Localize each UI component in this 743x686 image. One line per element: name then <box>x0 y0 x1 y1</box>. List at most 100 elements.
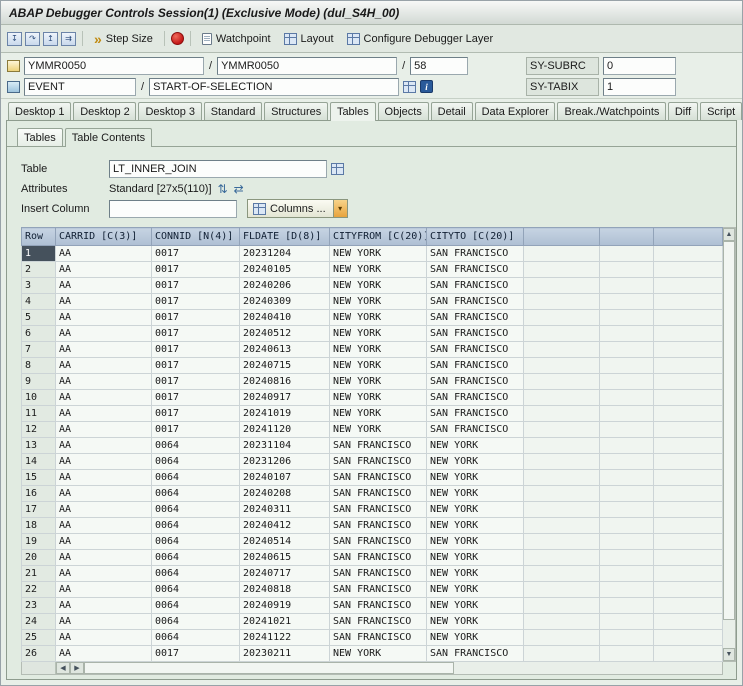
data-cell[interactable]: 20240412 <box>239 517 330 534</box>
step-into-icon[interactable]: ↧ <box>7 31 22 46</box>
horizontal-scrollbar[interactable]: ◀ ▶ <box>21 662 723 675</box>
data-cell[interactable]: NEW YORK <box>329 309 427 326</box>
row-number-cell[interactable]: 11 <box>21 405 56 422</box>
row-number-cell[interactable]: 3 <box>21 277 56 294</box>
data-cell[interactable]: NEW YORK <box>426 533 524 550</box>
sy-subrc-value[interactable]: 0 <box>603 56 676 75</box>
data-cell[interactable]: SAN FRANCISCO <box>329 565 427 582</box>
tab-diff[interactable]: Diff <box>667 102 699 120</box>
table-row[interactable]: 22 AA 0064 20240818 SAN FRANCISCO NEW YORK <box>21 581 723 598</box>
data-cell[interactable]: 20240208 <box>239 485 330 502</box>
data-cell[interactable]: 0064 <box>151 533 240 550</box>
row-number-cell[interactable]: 9 <box>21 373 56 390</box>
data-cell[interactable]: 0064 <box>151 549 240 566</box>
data-cell[interactable]: 0017 <box>151 277 240 294</box>
data-cell[interactable]: NEW YORK <box>426 453 524 470</box>
data-cell[interactable]: 0064 <box>151 597 240 614</box>
edit-source-icon[interactable] <box>403 80 417 93</box>
data-cell[interactable]: 20230211 <box>239 645 330 662</box>
data-cell[interactable]: NEW YORK <box>426 437 524 454</box>
data-cell[interactable]: 0064 <box>151 453 240 470</box>
program-field[interactable]: YMMR0050 <box>24 56 204 75</box>
data-cell[interactable]: AA <box>55 357 152 374</box>
data-cell[interactable]: NEW YORK <box>329 405 427 422</box>
stop-debugger-icon[interactable] <box>170 32 184 45</box>
data-cell[interactable]: 20240107 <box>239 469 330 486</box>
table-row[interactable]: 9 AA 0017 20240816 NEW YORK SAN FRANCISCO <box>21 373 723 390</box>
data-cell[interactable]: AA <box>55 341 152 358</box>
data-cell[interactable]: 0017 <box>151 389 240 406</box>
data-cell[interactable]: 20240816 <box>239 373 330 390</box>
data-cell[interactable]: SAN FRANCISCO <box>329 613 427 630</box>
column-header-carrid[interactable]: CARRID [C(3)] <box>55 227 152 246</box>
table-name-input[interactable]: LT_INNER_JOIN <box>109 159 327 178</box>
data-cell[interactable]: 0064 <box>151 581 240 598</box>
data-cell[interactable]: 0064 <box>151 517 240 534</box>
horizontal-scroll-track[interactable] <box>84 662 722 674</box>
scroll-down-button[interactable]: ▼ <box>723 648 735 661</box>
row-number-cell[interactable]: 21 <box>21 565 56 582</box>
data-cell[interactable]: 0064 <box>151 565 240 582</box>
data-cell[interactable]: AA <box>55 469 152 486</box>
data-cell[interactable]: NEW YORK <box>329 421 427 438</box>
data-cell[interactable]: 0017 <box>151 341 240 358</box>
data-cell[interactable]: SAN FRANCISCO <box>426 293 524 310</box>
data-cell[interactable]: 20241019 <box>239 405 330 422</box>
tab-structures[interactable]: Structures <box>264 102 328 120</box>
data-cell[interactable]: SAN FRANCISCO <box>329 453 427 470</box>
column-header-cityfrom[interactable]: CITYFROM [C(20)] <box>329 227 427 246</box>
data-cell[interactable]: 20240410 <box>239 309 330 326</box>
data-cell[interactable]: SAN FRANCISCO <box>426 309 524 326</box>
row-number-cell[interactable]: 14 <box>21 453 56 470</box>
row-number-cell[interactable]: 20 <box>21 549 56 566</box>
layout-button[interactable]: Layout <box>279 30 339 48</box>
table-row[interactable]: 23 AA 0064 20240919 SAN FRANCISCO NEW YORK <box>21 597 723 614</box>
data-cell[interactable]: 20240311 <box>239 501 330 518</box>
event-value-field[interactable]: START-OF-SELECTION <box>149 77 400 96</box>
row-number-cell[interactable]: 10 <box>21 389 56 406</box>
data-cell[interactable]: 0017 <box>151 245 240 262</box>
data-cell[interactable]: 20241120 <box>239 421 330 438</box>
data-cell[interactable]: NEW YORK <box>329 261 427 278</box>
insert-column-input[interactable] <box>109 199 237 218</box>
data-cell[interactable]: SAN FRANCISCO <box>329 629 427 646</box>
vertical-scrollbar[interactable]: ▲ ▼ <box>723 227 736 662</box>
data-cell[interactable]: 20240105 <box>239 261 330 278</box>
data-cell[interactable]: AA <box>55 533 152 550</box>
data-cell[interactable]: NEW YORK <box>426 581 524 598</box>
swap-columns-icon[interactable]: ⇄ <box>234 183 244 195</box>
data-cell[interactable]: SAN FRANCISCO <box>329 533 427 550</box>
data-cell[interactable]: SAN FRANCISCO <box>426 277 524 294</box>
table-row[interactable]: 17 AA 0064 20240311 SAN FRANCISCO NEW YORK <box>21 501 723 518</box>
data-cell[interactable]: AA <box>55 325 152 342</box>
column-header-row[interactable]: Row <box>21 227 56 246</box>
tab-break-watchpoints[interactable]: Break./Watchpoints <box>557 102 666 120</box>
subtab-table-contents[interactable]: Table Contents <box>64 128 153 147</box>
step-size-button[interactable]: » Step Size <box>89 30 158 48</box>
data-cell[interactable]: 20240615 <box>239 549 330 566</box>
data-cell[interactable]: AA <box>55 549 152 566</box>
row-number-cell[interactable]: 16 <box>21 485 56 502</box>
data-cell[interactable]: AA <box>55 565 152 582</box>
data-cell[interactable]: 20231104 <box>239 437 330 454</box>
data-cell[interactable]: NEW YORK <box>426 613 524 630</box>
column-header-cityto[interactable]: CITYTO [C(20)] <box>426 227 524 246</box>
sy-tabix-value[interactable]: 1 <box>603 77 676 96</box>
data-cell[interactable]: 20241021 <box>239 613 330 630</box>
table-row[interactable]: 24 AA 0064 20241021 SAN FRANCISCO NEW YORK <box>21 613 723 630</box>
data-cell[interactable]: 20240206 <box>239 277 330 294</box>
table-row[interactable]: 6 AA 0017 20240512 NEW YORK SAN FRANCISCO <box>21 325 723 342</box>
table-row[interactable]: 14 AA 0064 20231206 SAN FRANCISCO NEW YORK <box>21 453 723 470</box>
row-number-cell[interactable]: 25 <box>21 629 56 646</box>
data-cell[interactable]: NEW YORK <box>329 293 427 310</box>
tab-data-explorer[interactable]: Data Explorer <box>474 102 556 120</box>
data-cell[interactable]: SAN FRANCISCO <box>426 421 524 438</box>
data-cell[interactable]: SAN FRANCISCO <box>426 245 524 262</box>
subtab-tables[interactable]: Tables <box>17 128 63 146</box>
data-cell[interactable]: AA <box>55 261 152 278</box>
data-cell[interactable]: NEW YORK <box>426 469 524 486</box>
row-number-cell[interactable]: 24 <box>21 613 56 630</box>
step-over-icon[interactable]: ↷ <box>25 31 40 46</box>
tab-desktop-2[interactable]: Desktop 2 <box>73 102 137 120</box>
table-row[interactable]: 7 AA 0017 20240613 NEW YORK SAN FRANCISCO <box>21 341 723 358</box>
